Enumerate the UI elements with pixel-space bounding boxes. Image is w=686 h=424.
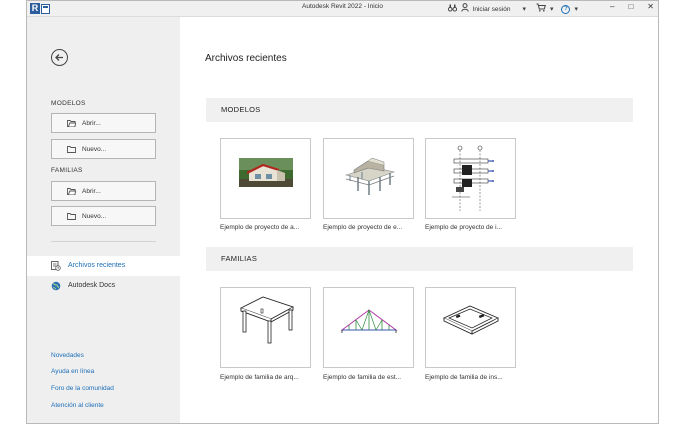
model-label-structure: Ejemplo de proyecto de e...	[323, 224, 403, 231]
family-thumbnail-structure[interactable]	[323, 287, 414, 368]
sign-in-dropdown-icon[interactable]: ▾	[522, 4, 526, 15]
close-button[interactable]: ✕	[647, 2, 654, 11]
family-thumbnail-architecture[interactable]	[220, 287, 311, 368]
family-label-systems: Ejemplo de familia de ins...	[425, 374, 503, 381]
open-folder-icon	[67, 120, 77, 129]
online-help-link[interactable]: Ayuda en línea	[51, 368, 94, 375]
model-thumbnail-systems[interactable]	[425, 138, 516, 219]
architecture-model-preview	[239, 158, 293, 187]
title-bar: R Autodesk Revit 2022 - Inicio Iniciar s…	[27, 1, 658, 17]
family-thumbnail-systems[interactable]	[425, 287, 516, 368]
systems-model-preview	[452, 145, 494, 211]
families-section-label: FAMILIAS	[51, 167, 83, 174]
main-content: Archivos recientes MODELOS Ejemplo de pr…	[180, 17, 658, 423]
recent-files-icon	[51, 261, 61, 273]
nav-recent-files-label: Archivos recientes	[68, 262, 126, 269]
open-family-label: Abrir...	[82, 188, 101, 195]
family-label-structure: Ejemplo de familia de est...	[323, 374, 402, 381]
new-family-label: Nuevo...	[82, 213, 107, 220]
family-label-architecture: Ejemplo de familia de arq...	[220, 374, 299, 381]
table-family-preview	[239, 296, 295, 344]
help-dropdown-icon[interactable]: ▾	[574, 4, 578, 15]
window-controls: – □ ✕	[610, 2, 654, 11]
folder-icon	[67, 213, 76, 222]
models-section-label: MODELOS	[51, 100, 86, 107]
model-label-architecture: Ejemplo de proyecto de a...	[220, 224, 300, 231]
sidebar: MODELOS Abrir... Nuevo... FAMILIAS Abrir…	[27, 17, 180, 423]
binoculars-icon[interactable]	[447, 4, 457, 16]
maximize-button[interactable]: □	[628, 2, 633, 11]
families-group-header: FAMILIAS	[206, 247, 633, 271]
customer-support-link[interactable]: Atención al cliente	[51, 402, 104, 409]
open-model-button[interactable]: Abrir...	[51, 113, 156, 133]
sign-in-link[interactable]: Iniciar sesión	[473, 6, 511, 13]
model-thumbnail-architecture[interactable]	[220, 138, 311, 219]
community-forum-link[interactable]: Foro de la comunidad	[51, 385, 114, 392]
cart-icon[interactable]	[536, 3, 546, 16]
structure-model-preview	[344, 157, 396, 195]
page-title: Archivos recientes	[205, 53, 287, 64]
new-model-button[interactable]: Nuevo...	[51, 139, 156, 159]
new-model-label: Nuevo...	[82, 146, 107, 153]
globe-icon	[51, 281, 61, 293]
fixture-family-preview	[442, 305, 500, 335]
arrow-left-icon	[55, 54, 63, 61]
help-icon[interactable]: ?	[561, 5, 571, 14]
model-thumbnail-structure[interactable]	[323, 138, 414, 219]
sidebar-divider	[51, 241, 156, 242]
whats-new-link[interactable]: Novedades	[51, 352, 84, 359]
folder-icon	[67, 146, 76, 155]
open-model-label: Abrir...	[82, 120, 101, 127]
back-button[interactable]	[51, 49, 68, 66]
model-label-systems: Ejemplo de proyecto de i...	[425, 224, 502, 231]
new-family-button[interactable]: Nuevo...	[51, 206, 156, 226]
minimize-button[interactable]: –	[610, 2, 614, 11]
nav-autodesk-docs[interactable]: Autodesk Docs	[27, 276, 180, 296]
open-family-button[interactable]: Abrir...	[51, 181, 156, 201]
title-bar-tools: Iniciar sesión ▾ ▾ ? ▾	[447, 3, 578, 16]
truss-family-preview	[340, 309, 398, 333]
models-group-header: MODELOS	[206, 98, 633, 122]
cart-dropdown-icon[interactable]: ▾	[550, 4, 554, 15]
nav-recent-files[interactable]: Archivos recientes	[27, 256, 180, 276]
nav-autodesk-docs-label: Autodesk Docs	[68, 282, 116, 289]
open-folder-icon	[67, 188, 77, 197]
revit-window: R Autodesk Revit 2022 - Inicio Iniciar s…	[26, 0, 659, 424]
user-icon[interactable]	[460, 3, 469, 16]
